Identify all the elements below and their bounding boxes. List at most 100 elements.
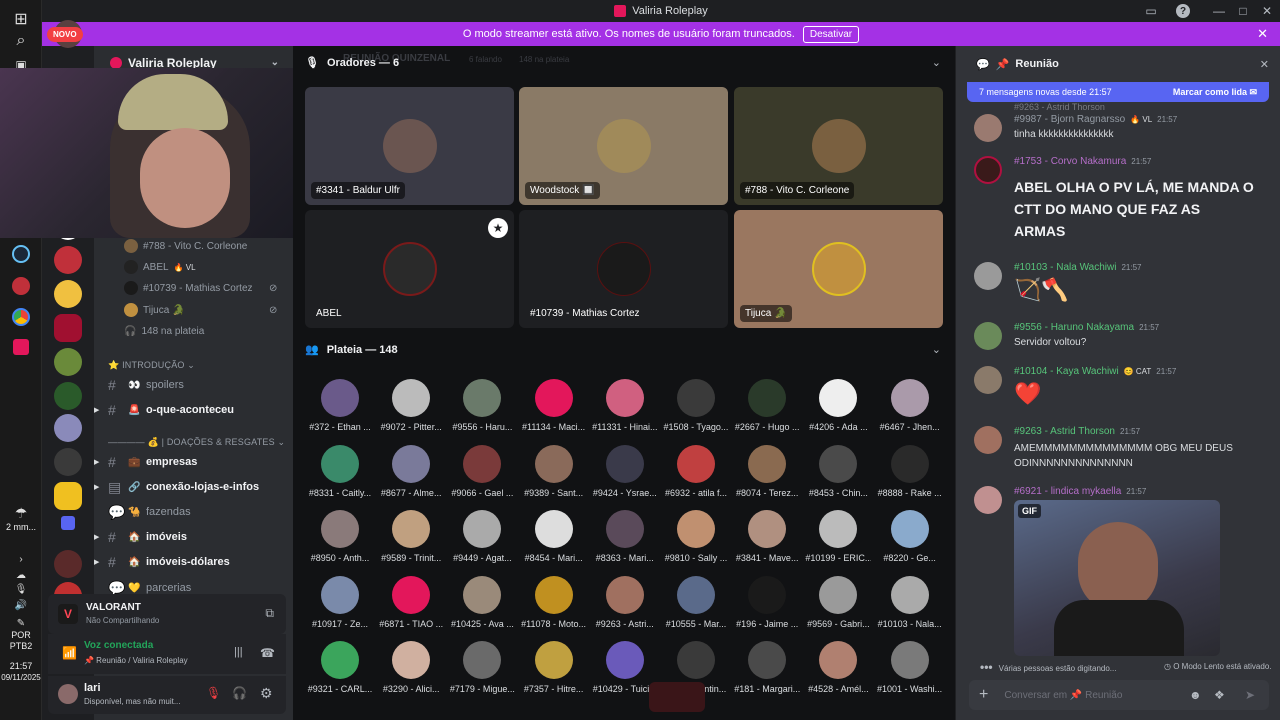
activity-panel[interactable]: V VALORANT Não Compartilhando ⧉ (48, 594, 286, 634)
audience-member[interactable]: #9810 - Sally ... (663, 510, 729, 563)
message-avatar[interactable] (974, 366, 1002, 394)
search-icon[interactable]: ⌕ (8, 28, 34, 54)
minimize-icon[interactable]: — (1206, 0, 1232, 22)
server-icon[interactable] (54, 482, 82, 510)
lang-text[interactable]: POR (0, 630, 42, 641)
audience-member[interactable]: #7179 - Migue... (449, 641, 515, 694)
noise-suppression-icon[interactable]: ||| (234, 646, 243, 658)
send-icon[interactable]: ➤ (1245, 688, 1255, 702)
chevron-down-icon[interactable]: ⌄ (932, 343, 941, 356)
audience-member[interactable]: #1508 - Tyago... (663, 379, 729, 432)
message-author[interactable]: #6921 - lindica mykaella (1014, 486, 1121, 497)
message-avatar[interactable] (974, 114, 1002, 142)
message-author[interactable]: #9987 - Bjorn Ragnarsso (1014, 114, 1125, 125)
server-icon[interactable] (54, 280, 82, 308)
settings-gear-icon[interactable]: ⚙ (260, 685, 273, 702)
audience-member[interactable]: #8888 - Rake ... (877, 444, 943, 498)
audience-member[interactable]: #8453 - Chin... (805, 444, 871, 498)
message-author[interactable]: #1753 - Corvo Nakamura (1014, 156, 1126, 167)
message-avatar[interactable] (974, 156, 1002, 184)
voice-user[interactable]: #788 - Vito C. Corleone (124, 237, 247, 255)
voice-user[interactable]: ABEL 🔥 VL (124, 258, 196, 276)
speaker-tile[interactable]: #10739 - Mathias Cortez (519, 210, 728, 328)
username[interactable]: lari (84, 682, 101, 694)
close-banner-icon[interactable]: ✕ (1257, 26, 1268, 42)
apps-icon[interactable]: ❖ (1214, 688, 1225, 702)
channel-spoilers[interactable]: # 👀 spoilers (94, 374, 293, 396)
maximize-icon[interactable]: □ (1230, 0, 1256, 22)
lang-layout-text[interactable]: PTB2 (0, 641, 42, 652)
channel-empresas[interactable]: ▶ # 💼 empresas (94, 451, 293, 473)
audience-member[interactable]: #196 - Jaime ... (734, 575, 800, 629)
clock-time[interactable]: 21:57 (0, 661, 42, 672)
audience-count-row[interactable]: 🎧 148 na plateia (124, 322, 204, 340)
chrome-icon[interactable] (8, 304, 34, 330)
audience-member[interactable]: #6871 - TIAO ... (378, 575, 444, 629)
audience-member[interactable]: #11331 - Hinai... (592, 379, 658, 432)
audience-member[interactable]: #11134 - Maci... (521, 379, 587, 432)
audience-member[interactable]: #4206 - Ada ... (805, 379, 871, 432)
audience-member[interactable]: #9569 - Gabri... (805, 575, 871, 629)
audience-header[interactable]: 👥 Plateia — 148 (305, 343, 398, 357)
audience-member[interactable]: #6932 - atila f... (663, 444, 729, 498)
channel-imoveis-dolares[interactable]: ▶ # 🏠 imóveis-dólares (94, 551, 293, 573)
speaker-tile[interactable]: #788 - Vito C. Corleone (734, 87, 943, 205)
audience-member[interactable]: #9449 - Agat... (449, 510, 515, 563)
user-avatar[interactable] (58, 684, 78, 704)
message-avatar[interactable] (974, 262, 1002, 290)
audience-member[interactable]: #9589 - Trinit... (378, 510, 444, 563)
audience-member[interactable]: #8220 - Ge... (877, 510, 943, 563)
audience-member[interactable]: #10425 - Ava ... (449, 575, 515, 629)
chevron-down-icon[interactable]: ⌄ (932, 56, 941, 69)
audience-member[interactable]: #2667 - Hugo ... (734, 379, 800, 432)
server-icon[interactable] (54, 382, 82, 410)
audience-member[interactable]: #11078 - Moto... (521, 575, 587, 629)
headset-icon[interactable]: 🎧 (232, 686, 247, 700)
speaker-tile[interactable]: #3341 - Baldur Ulfr (305, 87, 514, 205)
speakers-header[interactable]: 🎙 Oradores — 6 (305, 56, 399, 70)
server-icon-valiria[interactable] (54, 314, 82, 342)
emoji-icon[interactable]: ☻ (1189, 688, 1202, 702)
audience-member[interactable]: #10917 - Ze... (307, 575, 373, 629)
add-attachment-icon[interactable]: + (979, 686, 988, 704)
audience-member[interactable]: #10555 - Mar... (663, 575, 729, 629)
user-status[interactable]: Disponível, mas não muit... (84, 697, 194, 706)
audience-member[interactable]: #10103 - Nala... (877, 575, 943, 629)
channel-imoveis[interactable]: ▶ # 🏠 imóveis (94, 526, 293, 548)
clock-date[interactable]: 09/11/2025 (0, 672, 42, 683)
new-messages-bar[interactable]: 7 mensagens novas desde 21:57 Marcar com… (967, 82, 1269, 102)
audience-member[interactable]: #8454 - Mari... (521, 510, 587, 563)
message-author[interactable]: #9556 - Haruno Nakayama (1014, 322, 1134, 333)
audience-member[interactable]: #3841 - Mave... (734, 510, 800, 563)
audience-member[interactable]: #4528 - Amél... (805, 641, 871, 694)
audience-member[interactable]: #9389 - Sant... (521, 444, 587, 498)
speaker-tile[interactable]: ★ ABEL (305, 210, 514, 328)
audience-member[interactable]: #181 - Margari... (734, 641, 800, 694)
disconnect-icon[interactable]: ☎ (260, 646, 275, 660)
speaker-tile[interactable]: Woodstock 🔲 (519, 87, 728, 205)
server-icon[interactable] (54, 448, 82, 476)
gif-attachment[interactable]: GIF (1014, 500, 1220, 656)
folder-icon[interactable] (61, 516, 75, 530)
close-chat-icon[interactable]: ✕ (1260, 58, 1269, 71)
speaker-tile[interactable]: Tijuca 🐊 (734, 210, 943, 328)
server-icon[interactable] (54, 246, 82, 274)
category-intro[interactable]: ⭐ INTRODUÇÃO ⌄ (108, 360, 195, 371)
steam-icon[interactable] (8, 241, 34, 267)
mark-read-button[interactable]: Marcar como lida ✉ (1173, 87, 1257, 98)
monitor-icon[interactable]: ▭ (1138, 0, 1164, 22)
leave-stage-button[interactable] (649, 682, 705, 712)
discord-taskbar-icon[interactable] (8, 334, 34, 360)
server-icon[interactable] (54, 550, 82, 578)
message-author[interactable]: #10103 - Nala Wachiwi (1014, 262, 1116, 273)
audience-member[interactable]: #3290 - Alici... (378, 641, 444, 694)
voice-channel[interactable]: 📌 Reunião / Valiria Roleplay (84, 656, 188, 665)
server-icon[interactable] (54, 414, 82, 442)
audience-member[interactable]: #8363 - Mari... (592, 510, 658, 563)
message-avatar[interactable] (974, 486, 1002, 514)
audience-member[interactable]: #372 - Ethan ... (307, 379, 373, 432)
audience-member[interactable]: #9321 - CARL... (307, 641, 373, 694)
audience-member[interactable]: #9072 - Pitter... (378, 379, 444, 432)
channel-conexao-lojas[interactable]: ▶ ▤ 🔗 conexão-lojas-e-infos (94, 476, 293, 498)
help-icon[interactable]: ? (1170, 0, 1196, 22)
